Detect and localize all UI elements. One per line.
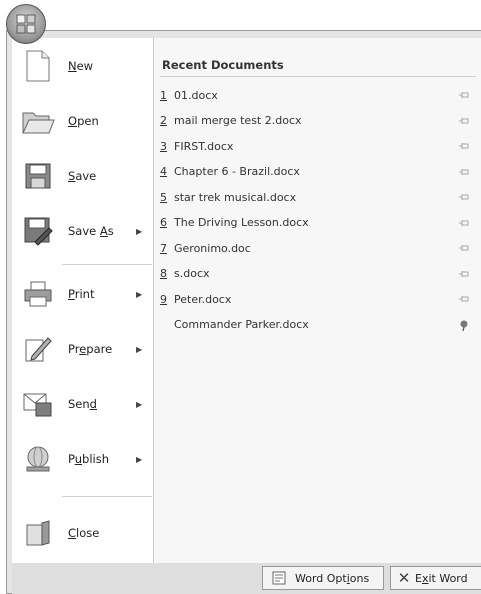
command-list: New Open Save Save As ▶ Print ▶ Prepare … bbox=[12, 38, 154, 563]
pinned-icon[interactable] bbox=[458, 319, 470, 331]
save-as-command-label: Save As bbox=[68, 224, 114, 238]
pin-icon[interactable] bbox=[458, 89, 470, 101]
recent-document-name: Peter.docx bbox=[174, 292, 232, 306]
pin-icon[interactable] bbox=[458, 293, 470, 305]
recent-document-name: The Driving Lesson.docx bbox=[174, 216, 309, 229]
publish-command-label: Publish bbox=[68, 452, 110, 466]
close-document-icon bbox=[20, 515, 56, 551]
submenu-arrow-icon: ▶ bbox=[136, 454, 143, 464]
save-as-command[interactable]: Save As ▶ bbox=[12, 205, 154, 257]
pin-icon[interactable] bbox=[458, 166, 470, 178]
pin-icon[interactable] bbox=[458, 242, 470, 254]
new-command-label: New bbox=[68, 59, 94, 73]
recent-document-number: 3 bbox=[160, 139, 167, 153]
recent-document-item[interactable]: 9 Peter.docx bbox=[160, 289, 476, 309]
pin-icon[interactable] bbox=[458, 115, 470, 127]
word-options-button[interactable]: Word Options bbox=[262, 566, 384, 590]
word-options-icon bbox=[269, 570, 289, 586]
open-command-label: Open bbox=[68, 114, 99, 128]
close-command-label: Close bbox=[68, 526, 100, 540]
word-options-label: Word Options bbox=[295, 571, 370, 585]
recent-document-item[interactable]: 4 Chapter 6 - Brazil.docx bbox=[160, 162, 476, 182]
recent-document-item[interactable]: 1 01.docx bbox=[160, 85, 476, 105]
exit-x-icon: ✕ bbox=[397, 569, 411, 587]
prepare-command-label: Prepare bbox=[68, 342, 113, 356]
publish-command[interactable]: Publish ▶ bbox=[12, 433, 154, 485]
recent-document-number: 9 bbox=[160, 292, 167, 306]
save-command-label: Save bbox=[68, 169, 97, 183]
recent-document-name: s.docx bbox=[174, 267, 210, 280]
publish-globe-icon bbox=[20, 441, 56, 477]
send-command-label: Send bbox=[68, 397, 97, 411]
recent-document-item[interactable]: 2 mail merge test 2.docx bbox=[160, 111, 476, 131]
close-command[interactable]: Close bbox=[12, 507, 154, 559]
recent-documents-panel: Recent Documents 1 01.docx 2 mail merge tes… bbox=[154, 38, 481, 563]
printer-icon bbox=[20, 276, 56, 312]
recent-document-number: 4 bbox=[160, 165, 167, 178]
recent-document-item[interactable]: Commander Parker.docx bbox=[160, 315, 476, 335]
office-button[interactable] bbox=[6, 4, 46, 44]
recent-document-item[interactable]: 8 s.docx bbox=[160, 264, 476, 284]
submenu-arrow-icon: ▶ bbox=[136, 226, 143, 236]
separator bbox=[62, 264, 152, 265]
send-command[interactable]: Send ▶ bbox=[12, 378, 154, 430]
send-mail-icon bbox=[20, 386, 56, 422]
open-folder-icon bbox=[20, 103, 56, 139]
recent-document-name: FIRST.docx bbox=[174, 139, 234, 153]
prepare-command[interactable]: Prepare ▶ bbox=[12, 323, 154, 375]
recent-document-name: Chapter 6 - Brazil.docx bbox=[174, 165, 300, 178]
new-command[interactable]: New bbox=[12, 40, 154, 92]
recent-document-item[interactable]: 5 star trek musical.docx bbox=[160, 187, 476, 207]
recent-document-number: 7 bbox=[160, 241, 167, 255]
recent-document-number: 1 bbox=[160, 88, 167, 102]
submenu-arrow-icon: ▶ bbox=[136, 289, 143, 299]
separator bbox=[160, 76, 476, 77]
save-command[interactable]: Save bbox=[12, 150, 154, 202]
separator bbox=[62, 496, 152, 497]
pin-icon[interactable] bbox=[458, 140, 470, 152]
recent-document-number: 8 bbox=[160, 267, 167, 280]
recent-document-name: Commander Parker.docx bbox=[174, 318, 309, 331]
save-disk-icon bbox=[20, 158, 56, 194]
new-document-icon bbox=[20, 48, 56, 84]
recent-document-number: 5 bbox=[160, 190, 167, 204]
open-command[interactable]: Open bbox=[12, 95, 154, 147]
recent-document-name: star trek musical.docx bbox=[174, 190, 297, 204]
print-command-label: Print bbox=[68, 287, 95, 301]
exit-word-button[interactable]: ✕ Exit Word bbox=[390, 566, 481, 590]
recent-document-item[interactable]: 6 The Driving Lesson.docx bbox=[160, 213, 476, 233]
save-as-icon bbox=[20, 213, 56, 249]
recent-document-item[interactable]: 3 FIRST.docx bbox=[160, 136, 476, 156]
submenu-arrow-icon: ▶ bbox=[136, 399, 143, 409]
recent-document-number: 2 bbox=[160, 114, 167, 127]
recent-document-name: mail merge test 2.docx bbox=[174, 114, 302, 127]
recent-document-number: 6 bbox=[160, 216, 167, 229]
pin-icon[interactable] bbox=[458, 217, 470, 229]
recent-document-item[interactable]: 7 Geronimo.doc bbox=[160, 238, 476, 258]
pin-icon[interactable] bbox=[458, 191, 470, 203]
recent-document-name: Geronimo.doc bbox=[174, 241, 251, 255]
print-command[interactable]: Print ▶ bbox=[12, 268, 154, 320]
submenu-arrow-icon: ▶ bbox=[136, 344, 143, 354]
office-logo-icon bbox=[15, 13, 37, 35]
recent-document-name: 01.docx bbox=[174, 88, 218, 102]
prepare-pencil-icon bbox=[20, 331, 56, 367]
recent-documents-title: Recent Documents bbox=[162, 58, 284, 72]
exit-word-label: Exit Word bbox=[415, 571, 468, 585]
pin-icon[interactable] bbox=[458, 268, 470, 280]
